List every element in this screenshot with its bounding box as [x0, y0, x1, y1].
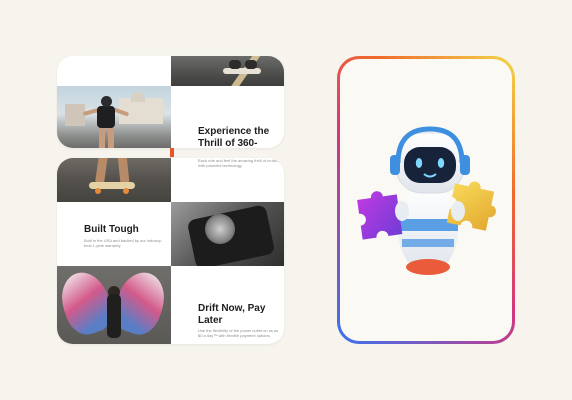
card-experience: Experience the Thrill of 360-Degree Ridi… [57, 56, 284, 148]
desc-experience: Each ride and feel the amazing thrill of… [198, 158, 281, 168]
heading-drift: Drift Now, Pay Later [198, 303, 266, 326]
heading-built-tough: Built Tough [84, 224, 139, 235]
accent-divider [170, 148, 174, 157]
road-photo [171, 56, 284, 86]
desc-built-tough: Built in the USA and backed by our indus… [84, 238, 163, 248]
desc-drift: Use the flexibility of the power outlet … [198, 328, 279, 338]
ai-illustration-frame [337, 56, 515, 344]
robot-with-puzzle-icon [357, 126, 496, 275]
angel-wings-photo [57, 266, 171, 344]
card-features: Each ride and feel the amazing thrill of… [57, 158, 284, 344]
heading-experience: Experience the Thrill of 360-Degree Ridi… [198, 126, 270, 148]
skateboard-motor-photo [171, 202, 284, 266]
skater-photo [57, 86, 171, 148]
skateboard-legs-photo [57, 158, 171, 202]
